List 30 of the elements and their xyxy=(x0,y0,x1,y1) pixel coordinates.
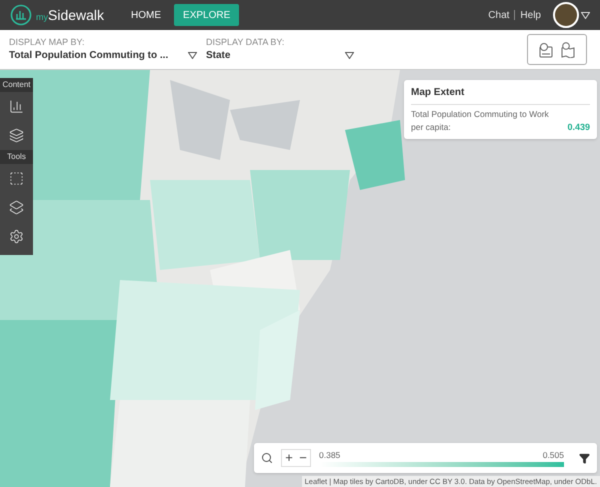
map-by-dropdown[interactable]: Total Population Commuting to ... xyxy=(9,48,197,63)
logo-text: mySidewalk xyxy=(36,6,104,24)
settings-icon[interactable] xyxy=(9,229,24,244)
layers-plus-icon[interactable] xyxy=(9,200,24,215)
add-data-icon[interactable] xyxy=(539,42,553,58)
avatar[interactable] xyxy=(553,2,579,28)
legend-min: 0.385 xyxy=(319,449,340,462)
bar-chart-icon[interactable] xyxy=(9,99,24,114)
layers-icon[interactable] xyxy=(9,128,24,143)
card-label: Total Population Commuting to Work per capita: xyxy=(411,108,550,134)
filter-icon[interactable] xyxy=(579,452,590,464)
nav-tab[interactable]: HOME xyxy=(122,4,170,26)
zoom-in-button[interactable]: + xyxy=(282,450,296,466)
add-map-icon[interactable] xyxy=(561,42,575,58)
field-label: DISPLAY MAP BY: xyxy=(9,36,86,48)
dashed-square-icon[interactable] xyxy=(9,171,24,186)
legend-max: 0.505 xyxy=(542,449,564,462)
caret-icon[interactable] xyxy=(345,52,354,59)
header-link[interactable]: Chat xyxy=(488,8,510,22)
caret-icon[interactable] xyxy=(188,52,197,59)
header-link[interactable]: Help xyxy=(520,8,541,22)
zoom-out-button[interactable]: − xyxy=(296,450,310,466)
card-value: 0.439 xyxy=(567,120,590,134)
panel-heading: Tools xyxy=(0,150,33,164)
search-icon[interactable] xyxy=(261,452,273,464)
logo-icon xyxy=(10,4,32,26)
field-label: DISPLAY DATA BY: xyxy=(206,36,286,48)
panel-heading: Content xyxy=(0,78,33,92)
card-title: Map Extent xyxy=(411,85,590,105)
data-by-dropdown[interactable]: State xyxy=(206,48,354,63)
